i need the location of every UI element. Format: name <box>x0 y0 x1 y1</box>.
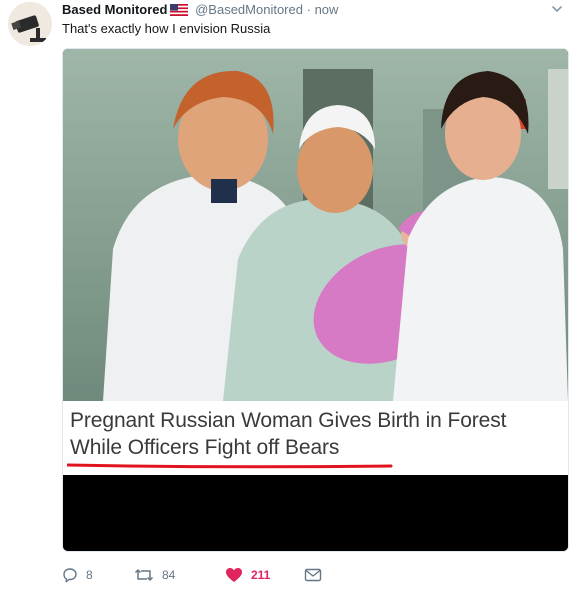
timestamp[interactable]: now <box>315 2 339 17</box>
avatar[interactable] <box>8 2 52 46</box>
tweet-header: Based Monitored @BasedMonitored · now <box>62 1 562 19</box>
black-area <box>63 475 568 551</box>
tweet-actions: 8 84 211 <box>62 565 362 585</box>
reply-icon <box>62 567 78 583</box>
author-handle[interactable]: @BasedMonitored <box>195 2 303 17</box>
message-icon <box>304 568 322 582</box>
headline-line-1: Pregnant Russian Woman Gives Birth in Fo… <box>70 409 507 432</box>
headline-text: Pregnant Russian Woman Gives Birth in Fo… <box>70 407 565 461</box>
retweet-icon <box>134 567 154 583</box>
retweet-count: 84 <box>162 568 176 582</box>
reply-count: 8 <box>86 568 93 582</box>
photo-image <box>63 49 568 401</box>
chevron-down-icon[interactable] <box>550 2 564 16</box>
like-count: 211 <box>251 568 271 582</box>
tweet-text: That's exactly how I envision Russia <box>62 21 271 36</box>
like-button[interactable]: 211 <box>225 565 270 585</box>
tweet-media[interactable]: Pregnant Russian Woman Gives Birth in Fo… <box>62 48 569 552</box>
separator: · <box>306 2 311 17</box>
headline-line-2: While Officers Fight off Bears <box>70 436 340 459</box>
security-camera-avatar-icon <box>8 2 52 46</box>
author-name[interactable]: Based Monitored <box>62 2 167 17</box>
us-flag-icon <box>170 3 189 21</box>
retweet-button[interactable]: 84 <box>134 565 175 585</box>
red-underline <box>67 463 393 469</box>
headline-band: Pregnant Russian Woman Gives Birth in Fo… <box>63 401 568 475</box>
reply-button[interactable]: 8 <box>62 565 93 585</box>
direct-message-button[interactable] <box>304 565 322 585</box>
heart-icon <box>225 567 243 583</box>
